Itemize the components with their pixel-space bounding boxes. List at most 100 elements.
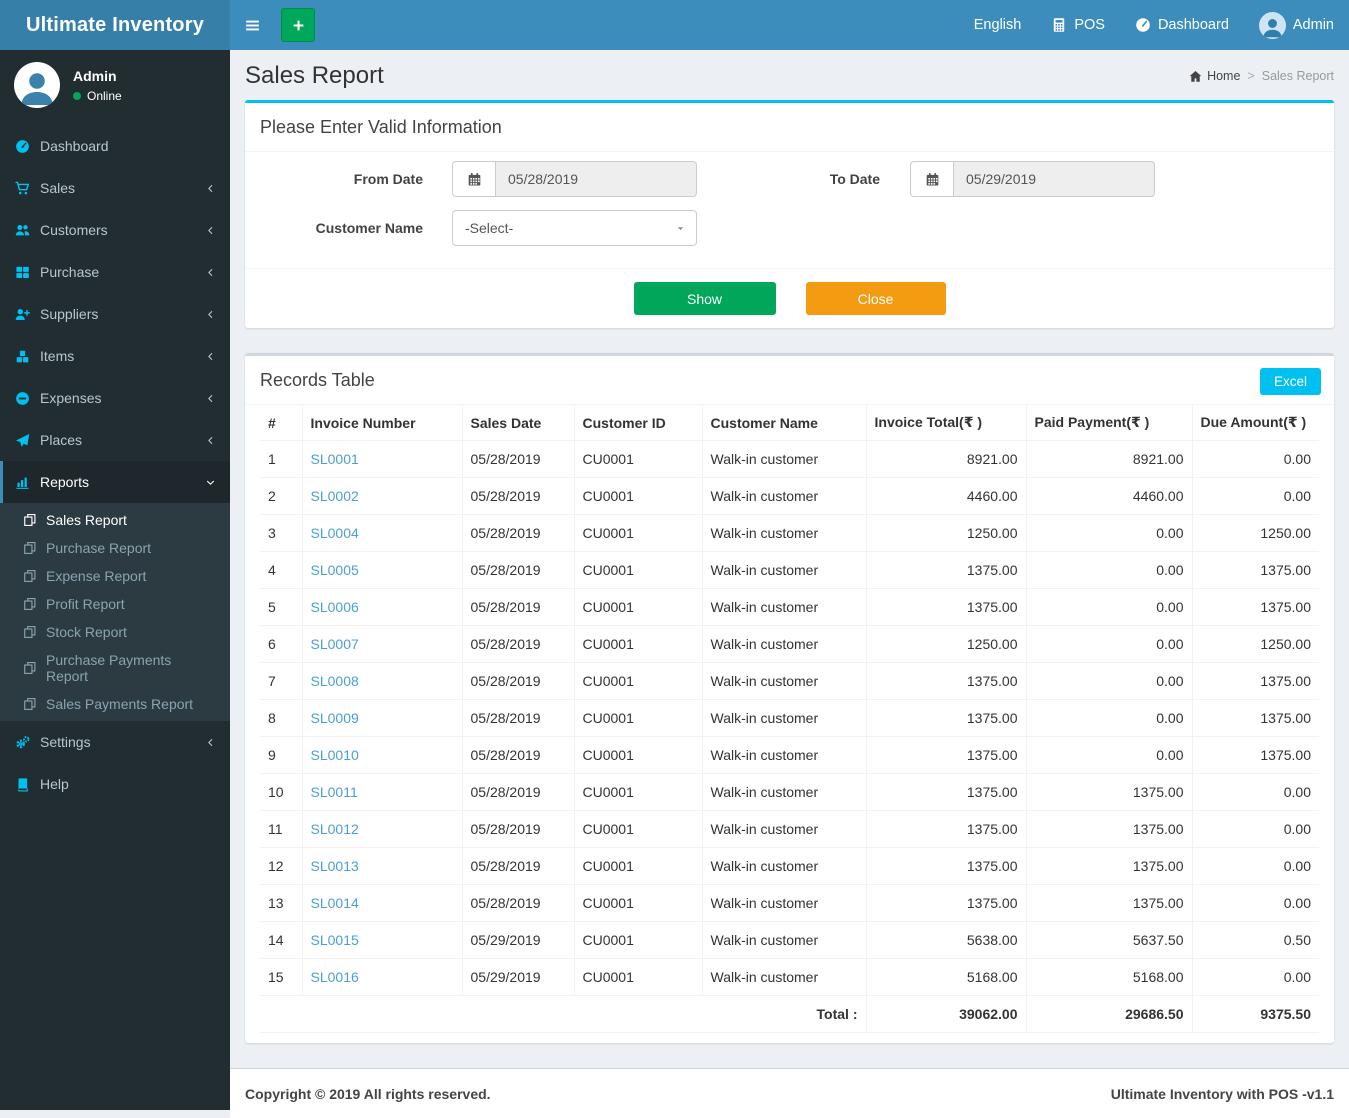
customer-name: Walk-in customer <box>702 847 867 885</box>
due-amount: 1375.00 <box>1192 736 1319 774</box>
invoice-link[interactable]: SL0016 <box>311 969 359 985</box>
due-amount: 0.00 <box>1192 477 1319 515</box>
invoice-number: SL0006 <box>302 588 463 626</box>
sidebar-item-items[interactable]: Items <box>0 335 230 377</box>
show-button[interactable]: Show <box>633 282 776 315</box>
sidebar-subitem-sales-payments-report[interactable]: Sales Payments Report <box>0 690 230 718</box>
sidebar-subitem-purchase-payments-report[interactable]: Purchase Payments Report <box>0 646 230 690</box>
breadcrumb-home-link[interactable]: Home <box>1189 69 1240 83</box>
invoice-link[interactable]: SL0008 <box>311 673 359 689</box>
breadcrumb: Home > Sales Report <box>1189 69 1334 83</box>
sales-date: 05/28/2019 <box>462 588 575 626</box>
invoice-link[interactable]: SL0005 <box>311 562 359 578</box>
table-row: 13 SL0014 05/28/2019 CU0001 Walk-in customer… <box>260 884 1319 922</box>
paid-payment: 0.00 <box>1026 699 1193 737</box>
sales-date: 05/28/2019 <box>462 551 575 589</box>
sales-date: 05/28/2019 <box>462 847 575 885</box>
paid-payment: 8921.00 <box>1026 440 1193 478</box>
sidebar-item-label: Suppliers <box>40 306 99 322</box>
sidebar-item-places[interactable]: Places <box>0 419 230 461</box>
invoice-number: SL0010 <box>302 736 463 774</box>
language-menu[interactable]: English <box>959 0 1037 50</box>
copy-icon <box>23 697 37 711</box>
sidebar-subitem-profit-report[interactable]: Profit Report <box>0 590 230 618</box>
pos-link[interactable]: POS <box>1036 0 1120 50</box>
invoice-link[interactable]: SL0015 <box>311 932 359 948</box>
sidebar-toggle-button[interactable] <box>230 0 274 50</box>
invoice-number: SL0013 <box>302 847 463 885</box>
sidebar-item-settings[interactable]: Settings <box>0 721 230 763</box>
sidebar-item-dashboard[interactable]: Dashboard <box>0 125 230 167</box>
sidebar-subitem-purchase-report[interactable]: Purchase Report <box>0 534 230 562</box>
customer-name: Walk-in customer <box>702 921 867 959</box>
table-row: 10 SL0011 05/28/2019 CU0001 Walk-in customer… <box>260 773 1319 811</box>
chevron-left-icon <box>205 435 216 446</box>
invoice-link[interactable]: SL0004 <box>311 525 359 541</box>
due-amount: 1375.00 <box>1192 551 1319 589</box>
customer-id: CU0001 <box>574 477 703 515</box>
sidebar-item-suppliers[interactable]: Suppliers <box>0 293 230 335</box>
customer-select[interactable]: -Select- <box>452 210 697 246</box>
online-status-icon <box>73 91 81 100</box>
due-amount: 1375.00 <box>1192 699 1319 737</box>
customer-name: Walk-in customer <box>702 662 867 700</box>
sidebar-subitem-label: Purchase Report <box>46 540 152 556</box>
due-amount: 1375.00 <box>1192 662 1319 700</box>
sidebar-subitem-expense-report[interactable]: Expense Report <box>0 562 230 590</box>
invoice-number: SL0009 <box>302 699 463 737</box>
sidebar-item-sales[interactable]: Sales <box>0 167 230 209</box>
sidebar-subitem-label: Sales Payments Report <box>46 696 194 712</box>
sidebar-subitem-label: Purchase Payments Report <box>46 652 172 684</box>
total-paid-amount: 29686.50 <box>1026 995 1193 1033</box>
invoice-link[interactable]: SL0013 <box>311 858 359 874</box>
paid-payment: 0.00 <box>1026 736 1193 774</box>
customer-name: Walk-in customer <box>702 588 867 626</box>
cubes-icon <box>15 349 30 364</box>
row-index: 7 <box>260 662 303 700</box>
dashboard-link[interactable]: Dashboard <box>1120 0 1244 50</box>
sidebar-subitem-sales-report[interactable]: Sales Report <box>0 506 230 534</box>
footer: Copyright © 2019 All rights reserved. Ul… <box>230 1068 1349 1118</box>
content-wrapper: Sales Report Home > Sales Report Please … <box>230 0 1349 1118</box>
invoice-total: 1375.00 <box>866 847 1027 885</box>
paid-payment: 0.00 <box>1026 514 1193 552</box>
customer-id: CU0001 <box>574 625 703 663</box>
invoice-link[interactable]: SL0006 <box>311 599 359 615</box>
invoice-link[interactable]: SL0010 <box>311 747 359 763</box>
close-button[interactable]: Close <box>805 282 946 315</box>
sales-date: 05/28/2019 <box>462 773 575 811</box>
sidebar-item-help[interactable]: Help <box>0 763 230 805</box>
invoice-link[interactable]: SL0002 <box>311 488 359 504</box>
customer-name: Walk-in customer <box>702 551 867 589</box>
sidebar-item-customers[interactable]: Customers <box>0 209 230 251</box>
add-button[interactable] <box>281 8 315 42</box>
user-plus-icon <box>15 307 30 322</box>
invoice-total: 1250.00 <box>866 625 1027 663</box>
from-date-input[interactable] <box>495 161 697 197</box>
copy-icon <box>23 513 37 527</box>
table-row: 7 SL0008 05/28/2019 CU0001 Walk-in customer 1… <box>260 662 1319 700</box>
sidebar-subitem-stock-report[interactable]: Stock Report <box>0 618 230 646</box>
records-panel: Records Table Excel # Invoice Number Sales… <box>245 353 1334 1043</box>
from-date-group <box>452 161 697 197</box>
sidebar-menu: Dashboard Sales Customers Purchase Suppliers… <box>0 125 230 805</box>
calendar-icon <box>452 161 495 197</box>
sidebar-item-label: Places <box>40 432 83 448</box>
invoice-link[interactable]: SL0012 <box>311 821 359 837</box>
invoice-link[interactable]: SL0011 <box>311 784 358 800</box>
invoice-link[interactable]: SL0009 <box>311 710 359 726</box>
to-date-input[interactable] <box>953 161 1155 197</box>
excel-button[interactable]: Excel <box>1259 368 1321 395</box>
records-panel-header: Records Table Excel <box>245 356 1334 405</box>
user-menu[interactable]: Admin <box>1244 0 1349 50</box>
invoice-link[interactable]: SL0007 <box>311 636 359 652</box>
app-logo[interactable]: Ultimate Inventory <box>0 0 230 50</box>
sidebar-item-reports[interactable]: Reports <box>0 461 230 503</box>
invoice-link[interactable]: SL0014 <box>311 895 359 911</box>
column-header-customer-name: Customer Name <box>702 405 867 441</box>
plus-icon <box>291 18 306 33</box>
sidebar-item-expenses[interactable]: Expenses <box>0 377 230 419</box>
customer-name-label: Customer Name <box>315 220 423 236</box>
invoice-link[interactable]: SL0001 <box>311 451 359 467</box>
sidebar-item-purchase[interactable]: Purchase <box>0 251 230 293</box>
